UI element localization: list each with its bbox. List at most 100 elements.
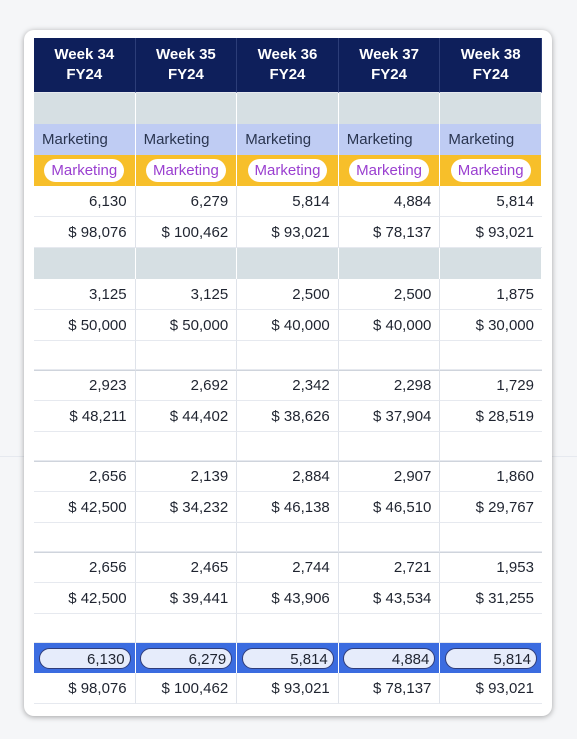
total-count-chip[interactable]: 6,279 — [140, 647, 233, 669]
marketing-label: Marketing — [338, 124, 441, 155]
value-cell[interactable]: $ 40,000 — [338, 310, 441, 341]
value-cell[interactable]: $ 48,211 — [34, 401, 136, 432]
column-header-week-36[interactable]: Week 36 FY24 — [237, 38, 339, 93]
count-cell[interactable]: 2,342 — [237, 370, 339, 401]
value-cell[interactable]: $ 40,000 — [237, 310, 339, 341]
value-cell[interactable]: $ 50,000 — [135, 310, 238, 341]
total-value-cell[interactable]: $ 78,137 — [338, 673, 441, 704]
count-cell[interactable]: 2,465 — [135, 552, 238, 583]
column-header-week-37[interactable]: Week 37 FY24 — [338, 38, 441, 93]
value-cell[interactable]: $ 78,137 — [338, 217, 441, 248]
section-cell — [237, 93, 339, 124]
empty-cell — [237, 341, 339, 370]
marketing-tag[interactable]: Marketing — [145, 159, 226, 182]
value-cell[interactable]: $ 37,904 — [338, 401, 441, 432]
value-cell[interactable]: $ 93,021 — [440, 217, 542, 248]
total-count-chip[interactable]: 5,814 — [444, 647, 537, 669]
total-value-cell[interactable]: $ 93,021 — [440, 673, 542, 704]
marketing-tag[interactable]: Marketing — [349, 159, 429, 182]
value-cell[interactable]: $ 29,767 — [440, 492, 542, 523]
empty-cell — [338, 614, 441, 643]
empty-cell — [338, 341, 441, 370]
total-count-chip[interactable]: 6,130 — [38, 647, 131, 669]
count-cell[interactable]: 2,656 — [34, 461, 136, 492]
empty-cell — [237, 614, 339, 643]
marketing-label: Marketing — [34, 124, 136, 155]
count-cell[interactable]: 2,692 — [135, 370, 238, 401]
section-cell — [440, 248, 542, 279]
total-cell: 6,130 — [34, 643, 136, 673]
marketing-label: Marketing — [135, 124, 238, 155]
total-value-cell[interactable]: $ 98,076 — [34, 673, 136, 704]
empty-cell — [135, 523, 238, 552]
count-cell[interactable]: 6,279 — [135, 186, 238, 217]
value-cell[interactable]: $ 42,500 — [34, 583, 136, 614]
marketing-tag-cell: Marketing — [237, 155, 339, 186]
value-cell[interactable]: $ 28,519 — [440, 401, 542, 432]
empty-cell — [440, 432, 542, 461]
value-cell[interactable]: $ 30,000 — [440, 310, 542, 341]
count-cell[interactable]: 2,500 — [237, 279, 339, 310]
value-cell[interactable]: $ 42,500 — [34, 492, 136, 523]
total-count-chip[interactable]: 4,884 — [343, 647, 436, 669]
count-cell[interactable]: 3,125 — [34, 279, 136, 310]
marketing-label: Marketing — [237, 124, 339, 155]
count-cell[interactable]: 1,953 — [440, 552, 542, 583]
count-cell[interactable]: 2,923 — [34, 370, 136, 401]
count-cell[interactable]: 5,814 — [440, 186, 542, 217]
count-cell[interactable]: 2,500 — [338, 279, 441, 310]
total-cell: 6,279 — [135, 643, 238, 673]
value-cell[interactable]: $ 100,462 — [135, 217, 238, 248]
section-cell — [34, 248, 136, 279]
value-cell[interactable]: $ 34,232 — [135, 492, 238, 523]
value-cell[interactable]: $ 46,510 — [338, 492, 441, 523]
count-cell[interactable]: 2,721 — [338, 552, 441, 583]
marketing-label: Marketing — [440, 124, 542, 155]
empty-cell — [237, 523, 339, 552]
count-cell[interactable]: 2,139 — [135, 461, 238, 492]
count-cell[interactable]: 1,729 — [440, 370, 542, 401]
total-count-chip[interactable]: 5,814 — [241, 647, 334, 669]
value-cell[interactable]: $ 31,255 — [440, 583, 542, 614]
value-cell[interactable]: $ 38,626 — [237, 401, 339, 432]
value-cell[interactable]: $ 93,021 — [237, 217, 339, 248]
section-cell — [34, 93, 136, 124]
marketing-tag[interactable]: Marketing — [247, 159, 328, 182]
count-cell[interactable]: 3,125 — [135, 279, 238, 310]
column-header-week-34[interactable]: Week 34 FY24 — [34, 38, 136, 93]
count-cell[interactable]: 2,298 — [338, 370, 441, 401]
count-cell[interactable]: 4,884 — [338, 186, 441, 217]
value-cell[interactable]: $ 39,441 — [135, 583, 238, 614]
value-cell[interactable]: $ 43,906 — [237, 583, 339, 614]
value-cell[interactable]: $ 50,000 — [34, 310, 136, 341]
count-cell[interactable]: 1,860 — [440, 461, 542, 492]
empty-cell — [440, 614, 542, 643]
marketing-tag[interactable]: Marketing — [44, 159, 125, 182]
total-value-cell[interactable]: $ 100,462 — [135, 673, 238, 704]
marketing-tag-cell: Marketing — [135, 155, 238, 186]
total-value-cell[interactable]: $ 93,021 — [237, 673, 339, 704]
empty-cell — [237, 432, 339, 461]
column-header-week-38[interactable]: Week 38 FY24 — [440, 38, 542, 93]
count-cell[interactable]: 2,907 — [338, 461, 441, 492]
value-cell[interactable]: $ 43,534 — [338, 583, 441, 614]
column-header-week-35[interactable]: Week 35 FY24 — [135, 38, 238, 93]
value-cell[interactable]: $ 46,138 — [237, 492, 339, 523]
marketing-tag-cell: Marketing — [338, 155, 441, 186]
total-cell: 5,814 — [237, 643, 339, 673]
empty-cell — [338, 432, 441, 461]
section-cell — [338, 248, 441, 279]
count-cell[interactable]: 5,814 — [237, 186, 339, 217]
empty-cell — [135, 614, 238, 643]
total-cell: 4,884 — [338, 643, 441, 673]
marketing-tag[interactable]: Marketing — [450, 159, 531, 182]
section-cell — [237, 248, 339, 279]
count-cell[interactable]: 2,656 — [34, 552, 136, 583]
count-cell[interactable]: 2,884 — [237, 461, 339, 492]
count-cell[interactable]: 6,130 — [34, 186, 136, 217]
count-cell[interactable]: 2,744 — [237, 552, 339, 583]
value-cell[interactable]: $ 98,076 — [34, 217, 136, 248]
empty-cell — [34, 341, 136, 370]
value-cell[interactable]: $ 44,402 — [135, 401, 238, 432]
count-cell[interactable]: 1,875 — [440, 279, 542, 310]
